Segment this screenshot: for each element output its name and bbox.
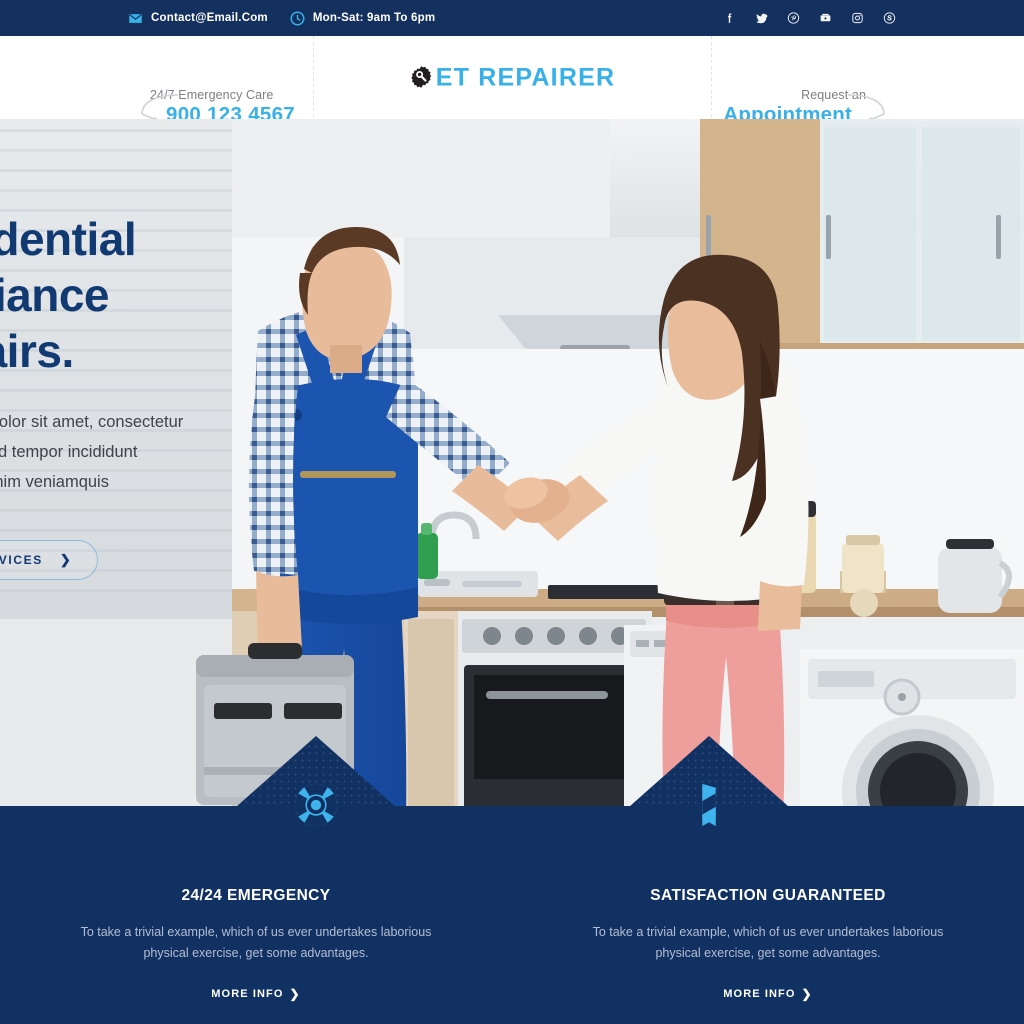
header-appointment-column: Request an Appointment bbox=[711, 36, 1024, 126]
feature-card-more-link[interactable]: MORE INFO ❯ bbox=[723, 987, 812, 1001]
header-divider-right bbox=[711, 36, 712, 119]
pinterest-icon[interactable] bbox=[787, 11, 800, 25]
clock-icon bbox=[290, 11, 305, 26]
feature-card-title: 24/24 EMERGENCY bbox=[181, 887, 331, 904]
twitter-icon[interactable] bbox=[755, 11, 768, 25]
hero-title-line-3: pairs. bbox=[0, 325, 74, 377]
chevron-right-icon: ❯ bbox=[59, 552, 73, 567]
facebook-icon[interactable] bbox=[723, 11, 736, 25]
header-emergency-column: 24/7 Emergency Care 900 123 4567 bbox=[0, 36, 313, 126]
chevron-right-icon: ❯ bbox=[289, 987, 301, 1001]
header-logo-column: ET REPAIRER bbox=[313, 36, 711, 119]
hero-title: sidential pliance pairs. bbox=[0, 211, 374, 379]
site-logo[interactable]: ET REPAIRER bbox=[409, 63, 615, 92]
topbar-email-text: Contact@Email.Com bbox=[151, 12, 268, 24]
youtube-icon[interactable] bbox=[819, 11, 832, 25]
hero-title-line-2: pliance bbox=[0, 269, 110, 321]
topbar: Contact@Email.Com Mon-Sat: 9am To 6pm bbox=[0, 0, 1024, 36]
feature-card-more-label: MORE INFO bbox=[723, 988, 796, 1000]
social-links bbox=[723, 11, 896, 25]
feature-cards: 24/24 EMERGENCY To take a trivial exampl… bbox=[0, 806, 1024, 1024]
site-header: 24/7 Emergency Care 900 123 4567 ET REPA… bbox=[0, 36, 1024, 126]
hero-sub-line-2: iusmod tempor incididunt bbox=[0, 443, 138, 461]
topbar-contact-group: Contact@Email.Com Mon-Sat: 9am To 6pm bbox=[128, 11, 435, 26]
instagram-icon[interactable] bbox=[851, 11, 864, 25]
feature-card-text: To take a trivial example, which of us e… bbox=[592, 925, 944, 960]
hero-subtitle: sum dolor sit amet, consectetur iusmod t… bbox=[0, 407, 374, 497]
gear-wrench-icon bbox=[409, 66, 434, 90]
chevron-right-icon: ❯ bbox=[801, 987, 813, 1001]
hero-title-line-1: sidential bbox=[0, 213, 137, 265]
feature-card-title: SATISFACTION GUARANTEED bbox=[650, 887, 886, 904]
feature-card-text: To take a trivial example, which of us e… bbox=[80, 925, 432, 960]
hero-sub-line-1: sum dolor sit amet, consectetur bbox=[0, 413, 184, 431]
feature-card: 24/24 EMERGENCY To take a trivial exampl… bbox=[0, 806, 512, 1024]
envelope-icon bbox=[128, 11, 143, 26]
skype-icon[interactable] bbox=[883, 11, 896, 25]
hero-sub-line-3: ad minim veniamquis bbox=[0, 473, 109, 491]
topbar-hours-text: Mon-Sat: 9am To 6pm bbox=[312, 12, 436, 24]
topbar-email[interactable]: Contact@Email.Com bbox=[128, 11, 268, 26]
topbar-hours: Mon-Sat: 9am To 6pm bbox=[290, 11, 435, 26]
feature-card-more-link[interactable]: MORE INFO ❯ bbox=[211, 987, 300, 1001]
hero-services-button-label: E SERVICES bbox=[0, 553, 43, 567]
hero-section: sidential pliance pairs. sum dolor sit a… bbox=[0, 119, 1024, 806]
appointment-label: Request an bbox=[801, 88, 866, 102]
header-divider-left bbox=[313, 36, 314, 119]
feature-card-more-label: MORE INFO bbox=[211, 988, 284, 1000]
feature-card: SATISFACTION GUARANTEED To take a trivia… bbox=[512, 806, 1024, 1024]
hero-copy: sidential pliance pairs. sum dolor sit a… bbox=[0, 211, 374, 580]
hero-services-button[interactable]: E SERVICES ❯ bbox=[0, 540, 99, 580]
logo-text: ET REPAIRER bbox=[435, 63, 616, 91]
